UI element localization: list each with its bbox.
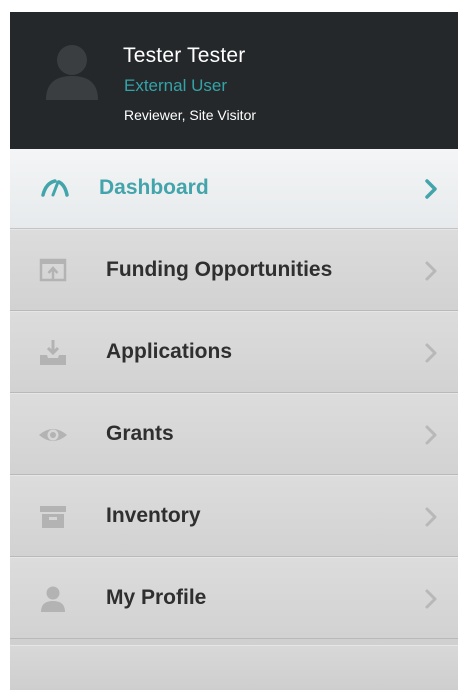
- chevron-right-icon: [425, 261, 437, 281]
- chevron-right-icon: [425, 179, 437, 199]
- chevron-right-icon: [425, 589, 437, 609]
- user-name: Tester Tester: [123, 44, 246, 67]
- sidebar-item-label: Funding Opportunities: [106, 258, 333, 281]
- user-avatar-icon: [46, 45, 98, 100]
- upload-box-icon: [39, 258, 67, 282]
- dashboard-gauge-icon: [41, 179, 69, 197]
- user-type: External User: [124, 76, 227, 95]
- sidebar-item-label: Grants: [106, 422, 174, 445]
- app-frame: Tester Tester External User Reviewer, Si…: [0, 0, 460, 690]
- sidebar-item-label: Applications: [106, 340, 233, 363]
- chevron-right-icon: [425, 507, 437, 527]
- sidebar-empty-area: [10, 645, 458, 690]
- sidebar-item-dashboard[interactable]: Dashboard: [10, 149, 458, 229]
- archive-box-icon: [40, 506, 66, 528]
- user-panel: Tester Tester External User Reviewer, Si…: [10, 12, 458, 150]
- eye-icon: [39, 429, 67, 441]
- sidebar-item-label: Dashboard: [99, 176, 209, 199]
- sidebar-item-label: Inventory: [106, 504, 201, 527]
- sidebar-item-label: My Profile: [106, 586, 207, 609]
- user-roles: Reviewer, Site Visitor: [124, 107, 257, 123]
- sidebar-item-applications[interactable]: Applications: [10, 311, 458, 393]
- sidebar-item-funding-opportunities[interactable]: Funding Opportunities: [10, 229, 458, 311]
- user-icon: [41, 586, 65, 612]
- chevron-right-icon: [425, 425, 437, 445]
- sidebar-item-inventory[interactable]: Inventory: [10, 475, 458, 557]
- sidebar-item-my-profile[interactable]: My Profile: [10, 557, 458, 639]
- sidebar: Tester Tester External User Reviewer, Si…: [10, 12, 458, 690]
- sidebar-menu: Dashboard Funding Opportunities Applicat…: [10, 149, 458, 639]
- sidebar-item-grants[interactable]: Grants: [10, 393, 458, 475]
- download-tray-icon: [40, 340, 66, 365]
- chevron-right-icon: [425, 343, 437, 363]
